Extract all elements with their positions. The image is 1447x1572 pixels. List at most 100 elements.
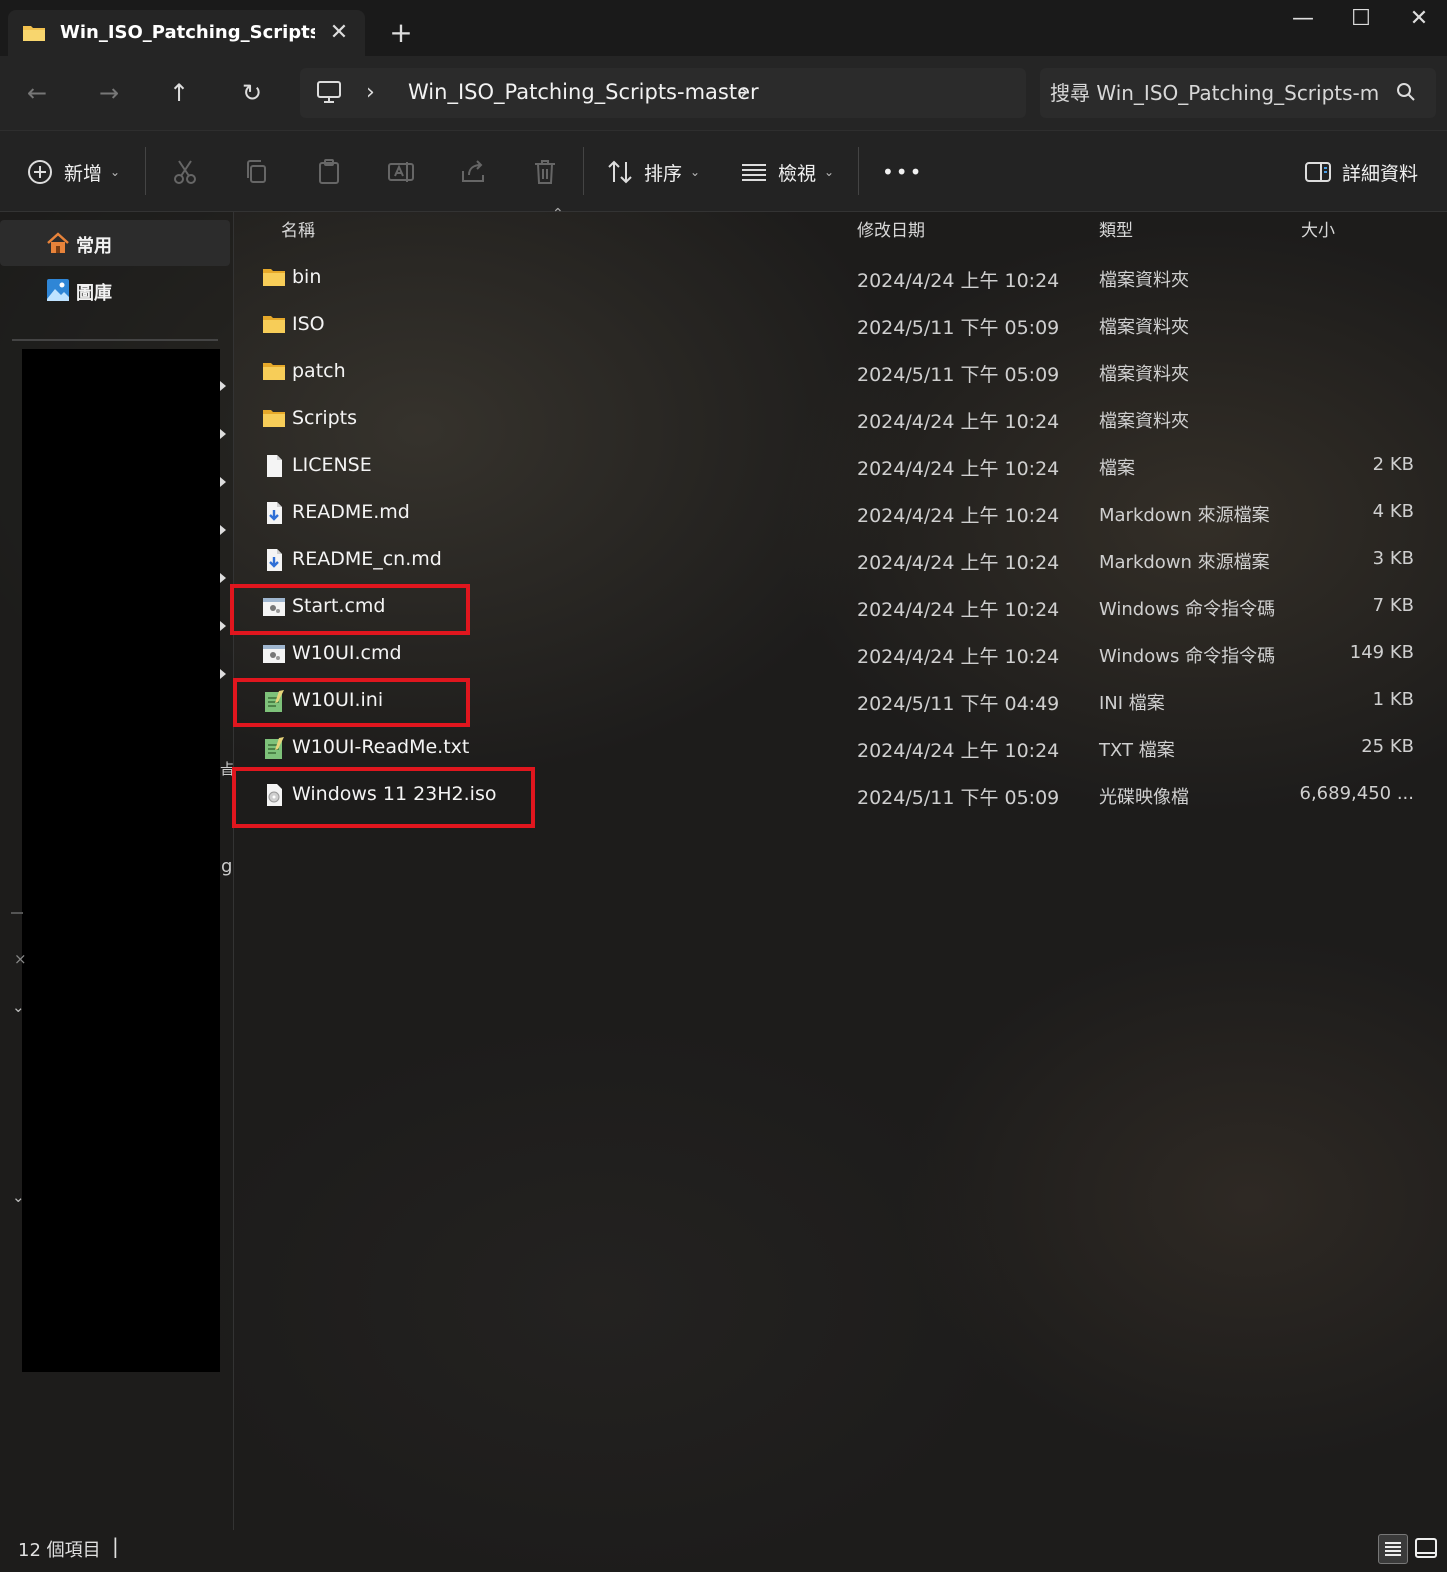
search-box[interactable]: [1040, 68, 1436, 118]
search-icon[interactable]: [1394, 80, 1418, 104]
file-type: Windows 命令指令碼: [1099, 599, 1276, 620]
file-size: 1 KB: [1372, 689, 1414, 710]
file-size: 149 KB: [1349, 642, 1414, 663]
highlight-box: [230, 584, 470, 635]
share-icon[interactable]: [458, 157, 488, 187]
file-size: 2 KB: [1372, 454, 1414, 475]
sort-button[interactable]: 排序 ⌄: [606, 155, 700, 189]
file-row[interactable]: W10UI-ReadMe.txt 2024/4/24 上午 10:24 TXT 檔案…: [240, 724, 1430, 771]
file-row[interactable]: patch 2024/5/11 下午 05:09 檔案資料夾: [240, 348, 1430, 395]
file-name: Scripts: [292, 407, 358, 429]
file-modified-date: 2024/4/24 上午 10:24: [857, 458, 1060, 480]
toolbar-divider: [858, 147, 859, 195]
sidebar-item-home[interactable]: 常用: [0, 220, 230, 266]
more-options-button[interactable]: •••: [882, 155, 923, 189]
tiles-view-button[interactable]: [1412, 1534, 1442, 1564]
folder-icon: [263, 410, 285, 427]
expand-arrow-icon[interactable]: [220, 381, 226, 391]
cmd-file-icon: [263, 645, 285, 663]
column-header-size[interactable]: 大小: [1301, 216, 1335, 241]
view-button[interactable]: 檢視 ⌄: [740, 155, 834, 189]
expand-arrow-icon[interactable]: [220, 573, 226, 583]
details-pane-button[interactable]: 詳細資料: [1304, 155, 1418, 189]
sidebar-item-gallery[interactable]: 圖庫: [0, 267, 230, 313]
file-row[interactable]: Scripts 2024/4/24 上午 10:24 檔案資料夾: [240, 395, 1430, 442]
list-view-icon: [742, 164, 766, 181]
expand-arrow-icon[interactable]: [220, 621, 226, 631]
sidebar-item-label: 常用: [76, 236, 112, 257]
new-tab-button[interactable]: +: [386, 18, 416, 48]
file-modified-date: 2024/4/24 上午 10:24: [857, 552, 1060, 574]
rename-icon[interactable]: [386, 157, 416, 187]
toolbar-divider: [583, 147, 584, 195]
breadcrumb-current-folder[interactable]: Win_ISO_Patching_Scripts-master: [408, 80, 759, 104]
file-modified-date: 2024/5/11 下午 05:09: [857, 317, 1060, 339]
file-icon: [267, 455, 282, 477]
breadcrumb-chevron-icon[interactable]: ›: [366, 80, 375, 105]
chevron-down-icon[interactable]: ⌄: [12, 998, 25, 1016]
back-button[interactable]: ←: [20, 76, 54, 110]
breadcrumb-chevron-icon[interactable]: ›: [740, 80, 749, 105]
cut-icon[interactable]: [170, 157, 200, 187]
details-view-icon: [1385, 1542, 1401, 1556]
expand-arrow-icon[interactable]: [220, 669, 226, 679]
address-bar[interactable]: › Win_ISO_Patching_Scripts-master ›: [300, 68, 1026, 118]
details-pane-label: 詳細資料: [1342, 162, 1419, 185]
column-header-date[interactable]: 修改日期: [857, 216, 925, 241]
file-modified-date: 2024/4/24 上午 10:24: [857, 646, 1060, 668]
file-row[interactable]: LICENSE 2024/4/24 上午 10:24 檔案 2 KB: [240, 442, 1430, 489]
forward-button[interactable]: →: [92, 76, 126, 110]
file-type: 檔案資料夾: [1099, 317, 1189, 338]
file-row[interactable]: bin 2024/4/24 上午 10:24 檔案資料夾: [240, 254, 1430, 301]
delete-icon[interactable]: [530, 157, 560, 187]
chevron-down-icon: ⌄: [110, 165, 121, 179]
file-name: W10UI-ReadMe.txt: [292, 736, 470, 758]
up-button[interactable]: ↑: [162, 76, 196, 110]
file-type: 光碟映像檔: [1099, 787, 1189, 808]
expand-arrow-icon[interactable]: [220, 477, 226, 487]
file-modified-date: 2024/4/24 上午 10:24: [857, 740, 1060, 762]
file-row[interactable]: ISO 2024/5/11 下午 05:09 檔案資料夾: [240, 301, 1430, 348]
minimize-button[interactable]: —: [1288, 4, 1318, 34]
expand-arrow-icon[interactable]: [220, 525, 226, 535]
file-type: 檔案: [1099, 458, 1135, 479]
column-header-type[interactable]: 類型: [1099, 216, 1133, 241]
copy-icon[interactable]: [242, 157, 272, 187]
file-type: Markdown 來源檔案: [1099, 552, 1270, 573]
file-row[interactable]: README_cn.md 2024/4/24 上午 10:24 Markdown 來…: [240, 536, 1430, 583]
navigation-pane: 常用 圖庫 㫖 g × ⌄ ⌄: [0, 212, 235, 1530]
file-modified-date: 2024/4/24 上午 10:24: [857, 505, 1060, 527]
sort-icon: [608, 160, 632, 184]
search-input[interactable]: [1050, 77, 1380, 109]
file-name: LICENSE: [292, 454, 372, 476]
refresh-button[interactable]: ↻: [235, 76, 269, 110]
file-modified-date: 2024/5/11 下午 05:09: [857, 364, 1060, 386]
computer-icon: [317, 81, 341, 103]
close-tab-icon[interactable]: ✕: [326, 20, 352, 46]
close-window-button[interactable]: ✕: [1404, 4, 1434, 34]
file-type: 檔案資料夾: [1099, 270, 1189, 291]
column-header-name[interactable]: 名稱: [281, 216, 315, 241]
chevron-down-icon[interactable]: ⌄: [12, 1188, 25, 1206]
truncated-label: g: [221, 856, 233, 877]
details-view-button[interactable]: [1378, 1534, 1408, 1564]
file-size: 7 KB: [1372, 595, 1414, 616]
redacted-area: [22, 349, 220, 1372]
file-modified-date: 2024/4/24 上午 10:24: [857, 411, 1060, 433]
expand-arrow-icon[interactable]: [220, 429, 226, 439]
new-button[interactable]: 新增 ⌄: [26, 155, 120, 189]
more-icon: •••: [882, 160, 924, 184]
markdown-file-icon: [267, 549, 282, 571]
paste-icon[interactable]: [314, 157, 344, 187]
file-size: 6,689,450 ...: [1299, 783, 1415, 804]
tab-current-folder[interactable]: Win_ISO_Patching_Scripts-master ✕: [8, 10, 365, 56]
new-button-label: 新增: [64, 162, 103, 185]
close-icon: ×: [14, 950, 27, 968]
file-name: README_cn.md: [292, 548, 442, 570]
file-row[interactable]: W10UI.cmd 2024/4/24 上午 10:24 Windows 命令指令碼…: [240, 630, 1430, 677]
file-row[interactable]: README.md 2024/4/24 上午 10:24 Markdown 來源檔案…: [240, 489, 1430, 536]
sort-button-label: 排序: [644, 162, 683, 185]
text-file-icon: [265, 737, 284, 759]
maximize-button[interactable]: ☐: [1346, 4, 1376, 34]
folder-icon: [263, 363, 285, 380]
